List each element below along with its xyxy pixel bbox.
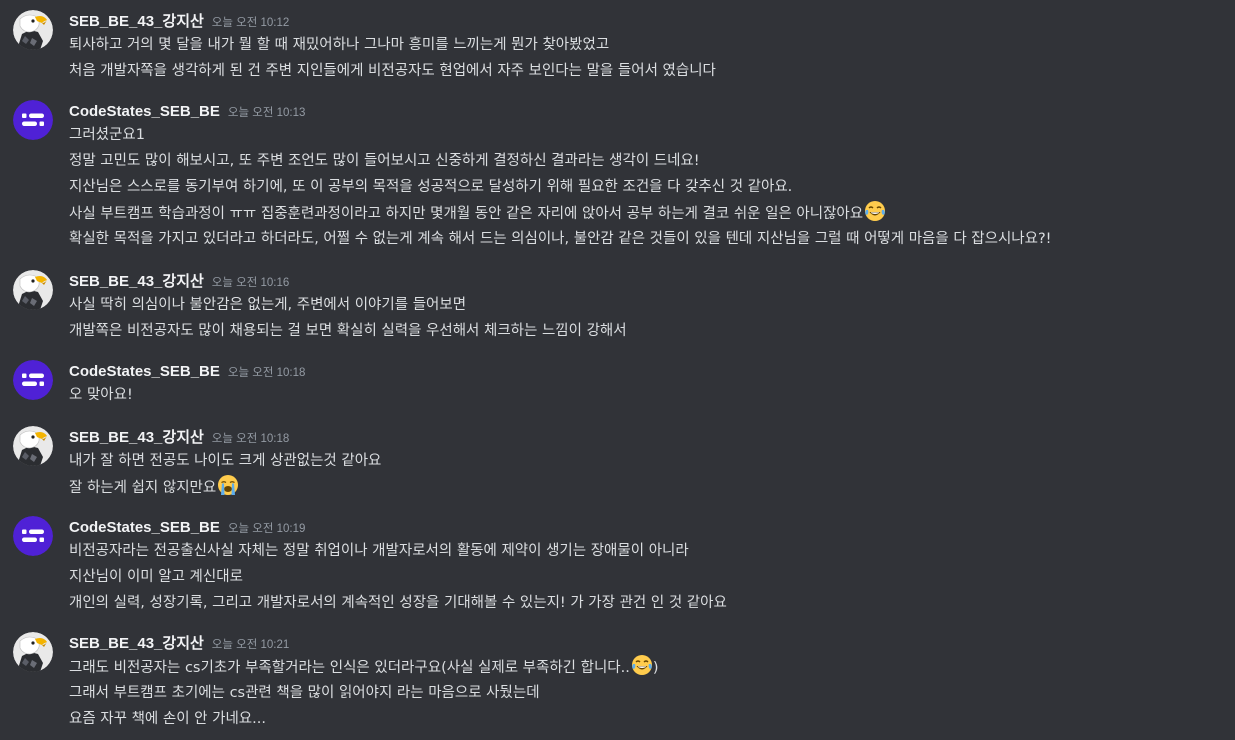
timestamp[interactable]: 오늘 오전 10:13 [228,107,306,119]
message-line: 퇴사하고 거의 몇 달을 내가 뭘 할 때 재밌어하나 그나마 흥미를 느끼는게… [69,32,716,58]
user-avatar[interactable] [13,100,53,140]
user-avatar[interactable] [13,516,53,556]
username[interactable]: CodeStates_SEB_BE [69,519,220,536]
message-line: 오 맞아요! [69,382,133,408]
message-content: 퇴사하고 거의 몇 달을 내가 뭘 할 때 재밌어하나 그나마 흥미를 느끼는게… [69,32,716,84]
message-header: SEB_BE_43_강지산 오늘 오전 10:18 [69,426,289,448]
joy-emoji-icon [630,655,653,676]
message-header: CodeStates_SEB_BE 오늘 오전 10:18 [69,360,305,382]
message-line: 그러셨군요1 [69,122,1052,148]
user-avatar[interactable] [13,270,53,310]
message-line: 지산님이 이미 알고 계신대로 [69,564,727,590]
message-line: 정말 고민도 많이 해보시고, 또 주변 조언도 많이 들어보시고 신중하게 결… [69,148,1052,174]
timestamp[interactable]: 오늘 오전 10:18 [212,433,290,445]
username[interactable]: SEB_BE_43_강지산 [69,429,204,446]
message-header: SEB_BE_43_강지산 오늘 오전 10:12 [69,10,289,32]
message-text: 사실 부트캠프 학습과정이 ㅠㅠ 집중훈련과정이라고 하지만 몇개월 동안 같은… [69,206,864,222]
user-avatar[interactable] [13,426,53,466]
message-text: 내가 잘 하면 전공도 나이도 크게 상관없는것 같아요 [69,453,382,469]
message-header: CodeStates_SEB_BE 오늘 오전 10:13 [69,100,305,122]
message-text: 사실 딱히 의심이나 불안감은 없는게, 주변에서 이야기를 들어보면 [69,297,467,313]
message-content: 그러셨군요1 정말 고민도 많이 해보시고, 또 주변 조언도 많이 들어보시고 … [69,122,1052,252]
message-line: 그래서 부트캠프 초기에는 cs관련 책을 많이 읽어야지 라는 마음으로 사뒀… [69,680,659,706]
username[interactable]: SEB_BE_43_강지산 [69,635,204,652]
message-line: 사실 부트캠프 학습과정이 ㅠㅠ 집중훈련과정이라고 하지만 몇개월 동안 같은… [69,200,1052,226]
timestamp[interactable]: 오늘 오전 10:18 [228,367,306,379]
message-content: 그래도 비전공자는 cs기초가 부족할거라는 인식은 있더라구요(사실 실제로 … [69,654,659,732]
message-text: 그러셨군요1 [69,127,145,143]
message-text: 지산님은 스스로를 동기부여 하기에, 또 이 공부의 목적을 성공적으로 달성… [69,179,793,195]
message-line: 그래도 비전공자는 cs기초가 부족할거라는 인식은 있더라구요(사실 실제로 … [69,654,659,680]
message-content: 비전공자라는 전공출신사실 자체는 정말 취업이나 개발자로서의 활동에 제약이… [69,538,727,616]
timestamp[interactable]: 오늘 오전 10:16 [212,277,290,289]
user-avatar[interactable] [13,360,53,400]
joy-emoji-icon [863,201,886,222]
message-header: SEB_BE_43_강지산 오늘 오전 10:16 [69,270,289,292]
message-text: 확실한 목적을 가지고 있더라고 하더라도, 어쩔 수 없는게 계속 해서 드는… [69,231,1052,247]
timestamp[interactable]: 오늘 오전 10:19 [228,523,306,535]
username[interactable]: CodeStates_SEB_BE [69,103,220,120]
message-text: 처음 개발자쪽을 생각하게 된 건 주변 지인들에게 비전공자도 현업에서 자주… [69,63,716,79]
sob-emoji-icon [216,475,239,496]
message-text: 오 맞아요! [69,387,133,403]
username[interactable]: CodeStates_SEB_BE [69,363,220,380]
message-text: 퇴사하고 거의 몇 달을 내가 뭘 할 때 재밌어하나 그나마 흥미를 느끼는게… [69,37,610,53]
message-header: SEB_BE_43_강지산 오늘 오전 10:21 [69,632,289,654]
message-text-suffix: ) [652,660,659,676]
message-line: 사실 딱히 의심이나 불안감은 없는게, 주변에서 이야기를 들어보면 [69,292,627,318]
message-header: CodeStates_SEB_BE 오늘 오전 10:19 [69,516,305,538]
message-line: 요즘 자꾸 책에 손이 안 가네요... [69,706,659,732]
message-line: 지산님은 스스로를 동기부여 하기에, 또 이 공부의 목적을 성공적으로 달성… [69,174,1052,200]
user-avatar[interactable] [13,632,53,672]
message-text: 개인의 실력, 성장기록, 그리고 개발자로서의 계속적인 성장을 기대해볼 수… [69,595,727,611]
message-text: 비전공자라는 전공출신사실 자체는 정말 취업이나 개발자로서의 활동에 제약이… [69,543,689,559]
message-line: 비전공자라는 전공출신사실 자체는 정말 취업이나 개발자로서의 활동에 제약이… [69,538,727,564]
message-line: 확실한 목적을 가지고 있더라고 하더라도, 어쩔 수 없는게 계속 해서 드는… [69,226,1052,252]
message-line: 개인의 실력, 성장기록, 그리고 개발자로서의 계속적인 성장을 기대해볼 수… [69,590,727,616]
username[interactable]: SEB_BE_43_강지산 [69,273,204,290]
message-content: 내가 잘 하면 전공도 나이도 크게 상관없는것 같아요잘 하는게 쉽지 않지만… [69,448,381,500]
message-content: 오 맞아요! [69,382,133,408]
username[interactable]: SEB_BE_43_강지산 [69,13,204,30]
message-text: 그래서 부트캠프 초기에는 cs관련 책을 많이 읽어야지 라는 마음으로 사뒀… [69,685,540,701]
message-text: 지산님이 이미 알고 계신대로 [69,569,243,585]
message-text: 개발쪽은 비전공자도 많이 채용되는 걸 보면 확실히 실력을 우선해서 체크하… [69,323,627,339]
timestamp[interactable]: 오늘 오전 10:12 [212,17,290,29]
message-line: 잘 하는게 쉽지 않지만요 [69,474,381,500]
message-text: 정말 고민도 많이 해보시고, 또 주변 조언도 많이 들어보시고 신중하게 결… [69,153,700,169]
message-text: 잘 하는게 쉽지 않지만요 [69,480,217,496]
message-line: 처음 개발자쪽을 생각하게 된 건 주변 지인들에게 비전공자도 현업에서 자주… [69,58,716,84]
message-line: 내가 잘 하면 전공도 나이도 크게 상관없는것 같아요 [69,448,381,474]
user-avatar[interactable] [13,10,53,50]
message-line: 개발쪽은 비전공자도 많이 채용되는 걸 보면 확실히 실력을 우선해서 체크하… [69,318,627,344]
message-text: 그래도 비전공자는 cs기초가 부족할거라는 인식은 있더라구요(사실 실제로 … [69,660,630,676]
message-content: 사실 딱히 의심이나 불안감은 없는게, 주변에서 이야기를 들어보면개발쪽은 … [69,292,627,344]
timestamp[interactable]: 오늘 오전 10:21 [212,639,290,651]
message-text: 요즘 자꾸 책에 손이 안 가네요... [69,711,266,727]
